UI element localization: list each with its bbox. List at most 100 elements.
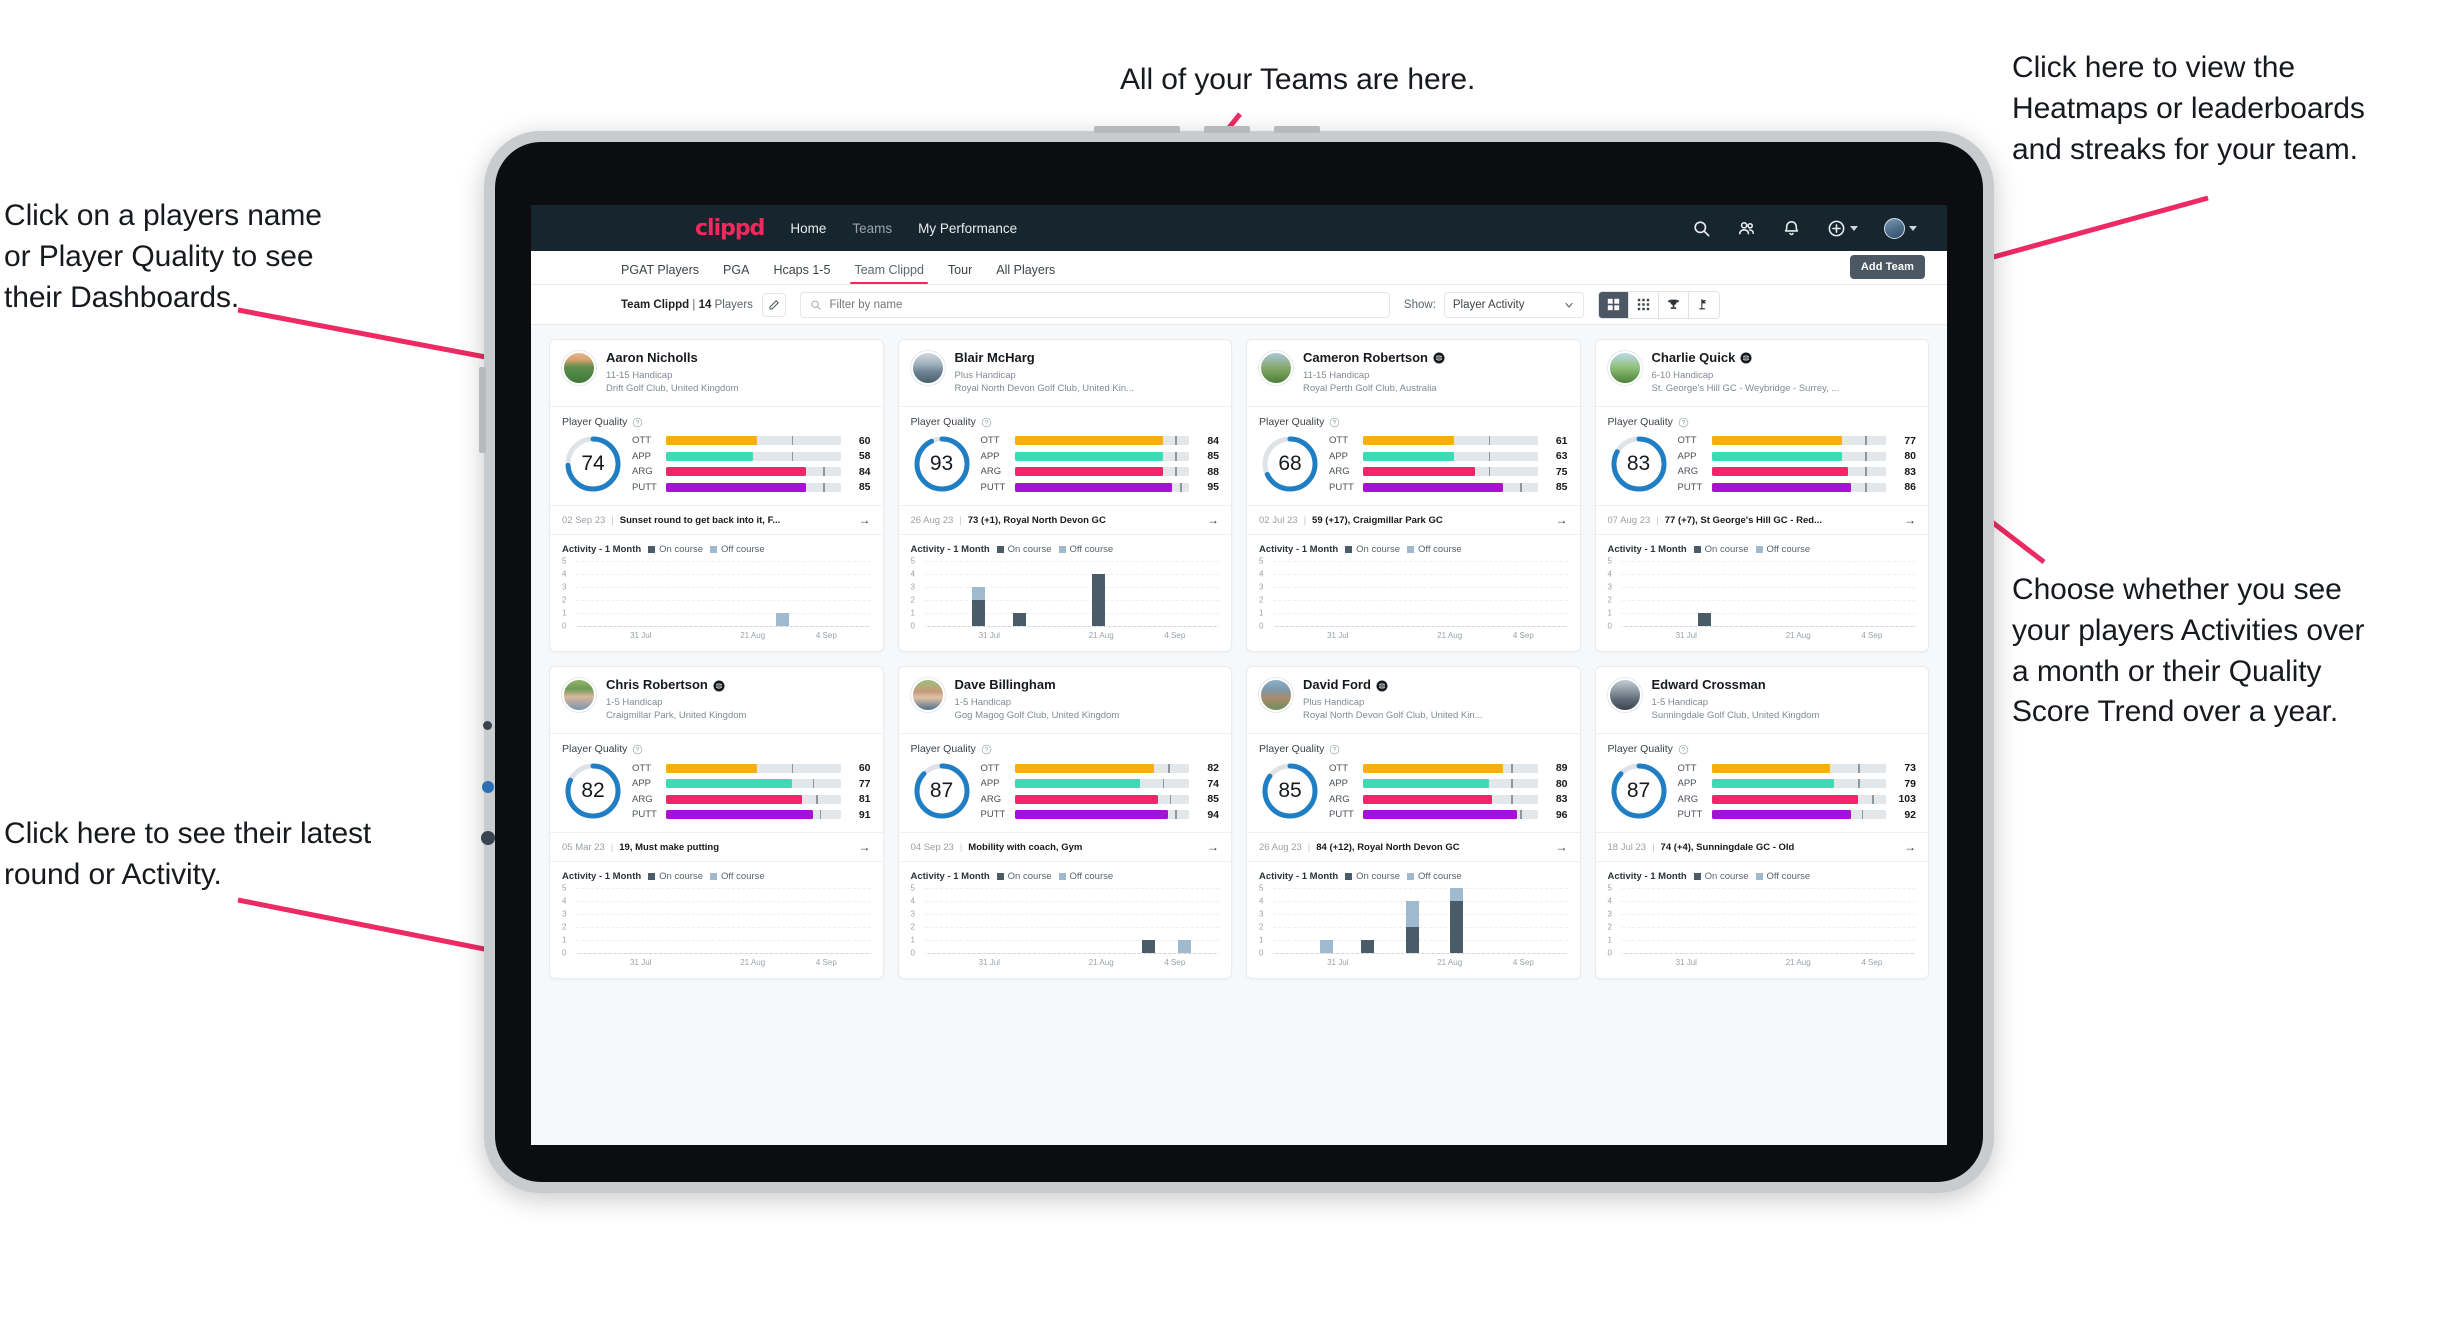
player-name[interactable]: Edward Crossman — [1652, 677, 1917, 693]
arrow-right-icon[interactable]: → — [1556, 840, 1568, 854]
latest-round-row[interactable]: 07 Aug 23 | 77 (+7), St George's Hill GC… — [1595, 505, 1928, 536]
add-team-button[interactable]: Add Team — [1849, 255, 1925, 279]
metric-value: 94 — [1207, 808, 1219, 821]
player-card[interactable]: Blair McHarg Plus Handicap Royal North D… — [897, 339, 1232, 653]
help-icon[interactable] — [632, 417, 643, 428]
latest-round-row[interactable]: 05 Mar 23 | 19, Must make putting → — [550, 832, 883, 863]
view-grid-dense-button[interactable] — [1628, 291, 1659, 318]
latest-round-row[interactable]: 02 Jul 23 | 59 (+17), Craigmillar Park G… — [1247, 505, 1580, 536]
latest-round-row[interactable]: 04 Sep 23 | Mobility with coach, Gym → — [898, 832, 1231, 863]
metric-label-arg: ARG — [632, 793, 653, 805]
metric-label-putt: PUTT — [1677, 809, 1703, 821]
player-card-header[interactable]: Blair McHarg Plus Handicap Royal North D… — [898, 340, 1231, 408]
player-card-header[interactable]: Chris Robertson 1-5 Handicap Craigmillar… — [550, 667, 883, 735]
view-leaderboard-button[interactable] — [1658, 291, 1689, 318]
nav-link-teams[interactable]: Teams — [852, 221, 892, 236]
quality-score-ring[interactable]: 74 — [562, 433, 624, 495]
player-card[interactable]: Chris Robertson 1-5 Handicap Craigmillar… — [549, 666, 884, 980]
arrow-right-icon[interactable]: → — [1207, 840, 1219, 854]
legend-label-off: Off course — [1766, 544, 1811, 556]
metric-value: 63 — [1555, 450, 1568, 463]
player-name[interactable]: David Ford — [1303, 677, 1568, 693]
clippd-logo[interactable]: clippd — [695, 216, 765, 241]
player-name[interactable]: Dave Billingham — [955, 677, 1220, 693]
metric-benchmark-tick — [791, 451, 794, 461]
arrow-right-icon[interactable]: → — [1207, 513, 1219, 527]
player-card-header[interactable]: Edward Crossman 1-5 Handicap Sunningdale… — [1595, 667, 1928, 735]
quality-score-ring[interactable]: 87 — [1608, 760, 1670, 822]
player-name[interactable]: Charlie Quick — [1652, 350, 1917, 366]
player-card-header[interactable]: David Ford Plus Handicap Royal North Dev… — [1247, 667, 1580, 735]
activity-header: Activity - 1 Month On course Off course — [1596, 535, 1929, 559]
help-icon[interactable] — [1678, 744, 1689, 755]
chart-y-tick: 5 — [562, 556, 567, 566]
tab-tour[interactable]: Tour — [948, 263, 972, 284]
player-card-header[interactable]: Cameron Robertson 11-15 Handicap Royal P… — [1247, 340, 1580, 408]
arrow-right-icon[interactable]: → — [1556, 513, 1568, 527]
quality-score-ring[interactable]: 85 — [1259, 760, 1321, 822]
quality-score-ring[interactable]: 87 — [911, 760, 973, 822]
latest-round-row[interactable]: 26 Aug 23 | 73 (+1), Royal North Devon G… — [898, 505, 1231, 536]
help-icon[interactable] — [981, 417, 992, 428]
quality-score-ring[interactable]: 83 — [1608, 433, 1670, 495]
view-grid-large-button[interactable] — [1598, 291, 1629, 318]
quality-score-ring[interactable]: 82 — [562, 760, 624, 822]
bell-icon[interactable] — [1782, 219, 1801, 238]
player-card-header[interactable]: Dave Billingham 1-5 Handicap Gog Magog G… — [898, 667, 1231, 735]
user-avatar-menu[interactable] — [1884, 217, 1917, 239]
nav-link-my-performance[interactable]: My Performance — [918, 221, 1017, 236]
player-card-header[interactable]: Aaron Nicholls 11-15 Handicap Drift Golf… — [550, 340, 883, 408]
help-icon[interactable] — [981, 744, 992, 755]
filter-search-box[interactable] — [799, 291, 1390, 318]
player-card[interactable]: David Ford Plus Handicap Royal North Dev… — [1246, 666, 1581, 980]
tab-pga[interactable]: PGA — [723, 263, 749, 284]
player-name[interactable]: Aaron Nicholls — [606, 350, 871, 366]
player-card[interactable]: Cameron Robertson 11-15 Handicap Royal P… — [1246, 339, 1581, 653]
metric-benchmark-tick — [1168, 763, 1170, 773]
player-card[interactable]: Charlie Quick 6-10 Handicap St. George's… — [1594, 339, 1929, 653]
people-icon[interactable] — [1737, 219, 1756, 238]
metric-row: PUTT 95 — [981, 481, 1220, 493]
tab-hcaps-1-5[interactable]: Hcaps 1-5 — [773, 263, 830, 284]
help-icon[interactable] — [1329, 744, 1340, 755]
arrow-right-icon[interactable]: → — [859, 513, 871, 527]
metric-value: 88 — [1207, 465, 1219, 478]
view-heatmap-button[interactable] — [1688, 291, 1719, 318]
arrow-right-icon[interactable]: → — [1904, 513, 1916, 527]
legend-on-course: On course — [1345, 871, 1400, 882]
player-card[interactable]: Edward Crossman 1-5 Handicap Sunningdale… — [1594, 666, 1929, 980]
search-icon[interactable] — [1692, 219, 1711, 238]
legend-on-course: On course — [996, 544, 1052, 555]
player-card[interactable]: Dave Billingham 1-5 Handicap Gog Magog G… — [897, 666, 1232, 980]
latest-round-row[interactable]: 02 Sep 23 | Sunset round to get back int… — [550, 505, 883, 536]
latest-round-row[interactable]: 26 Aug 23 | 84 (+12), Royal North Devon … — [1247, 832, 1580, 863]
help-icon[interactable] — [1329, 417, 1340, 428]
quality-score-ring[interactable]: 93 — [911, 433, 973, 495]
help-icon[interactable] — [1678, 417, 1689, 428]
search-input[interactable] — [829, 298, 1380, 311]
tab-pgat-players[interactable]: PGAT Players — [621, 263, 699, 284]
round-description: Sunset round to get back into it, F... — [619, 514, 781, 526]
quality-score-ring[interactable]: 68 — [1259, 433, 1321, 495]
arrow-right-icon[interactable]: → — [859, 840, 871, 854]
nav-link-home[interactable]: Home — [790, 221, 826, 236]
player-name[interactable]: Cameron Robertson — [1303, 350, 1568, 366]
player-card[interactable]: Aaron Nicholls 11-15 Handicap Drift Golf… — [549, 339, 884, 653]
arrow-right-icon[interactable]: → — [1904, 840, 1916, 854]
edit-team-button[interactable] — [761, 292, 786, 317]
help-icon[interactable] — [632, 744, 643, 755]
tab-all-players[interactable]: All Players — [996, 263, 1055, 284]
player-name[interactable]: Chris Robertson — [606, 677, 871, 693]
player-name[interactable]: Blair McHarg — [955, 350, 1220, 366]
player-card-header[interactable]: Charlie Quick 6-10 Handicap St. George's… — [1595, 340, 1928, 408]
add-circle-icon[interactable] — [1827, 219, 1858, 238]
player-quality-body: 82 OTT 60 APP 77 ARG 81 PUTT 91 — [550, 758, 883, 832]
player-quality-label: Player Quality — [1607, 743, 1673, 756]
tab-team-clippd[interactable]: Team Clippd — [850, 263, 929, 284]
activity-chart-x-axis: 31 Jul 21 Aug 4 Sep — [1273, 631, 1568, 641]
show-select[interactable]: Player Activity — [1443, 291, 1584, 318]
metric-value: 73 — [1904, 762, 1916, 775]
metric-value: 74 — [1207, 777, 1219, 790]
latest-round-row[interactable]: 18 Jul 23 | 74 (+4), Sunningdale GC - Ol… — [1595, 832, 1928, 863]
metric-benchmark-tick — [1858, 779, 1860, 789]
